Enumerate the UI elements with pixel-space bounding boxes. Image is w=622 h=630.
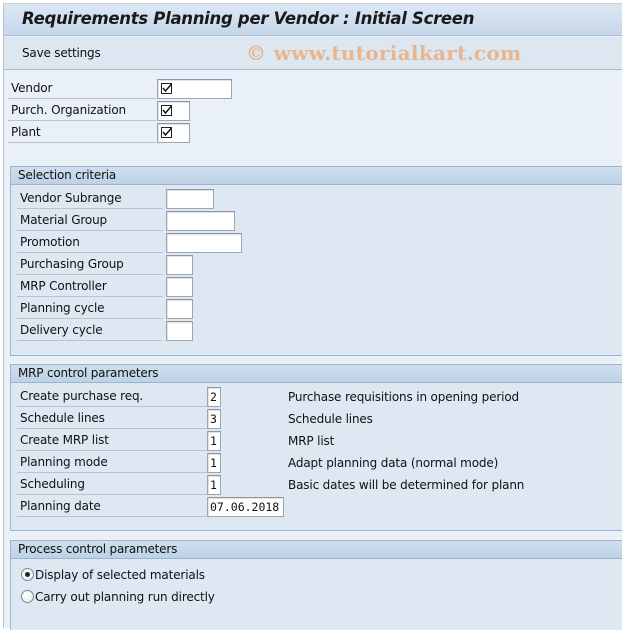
mrp-control-parameters-header: MRP control parameters: [11, 365, 622, 383]
create-purchase-req-description: Purchase requisitions in opening period: [288, 390, 520, 404]
planning-date-row: Planning date 07.06.2018: [17, 497, 617, 517]
purch-organization-label: Purch. Organization: [8, 101, 156, 121]
checkbox-checked-icon: [161, 127, 172, 138]
purchasing-group-input[interactable]: [166, 255, 193, 275]
purch-organization-checkbox-field[interactable]: [157, 101, 190, 121]
promotion-row: Promotion: [17, 233, 257, 253]
planning-mode-input[interactable]: 1: [207, 453, 221, 473]
scheduling-row: Scheduling 1 Basic dates will be determi…: [17, 475, 617, 495]
planning-date-label: Planning date: [17, 497, 207, 517]
plant-row: Plant: [8, 123, 248, 143]
scheduling-input[interactable]: 1: [207, 475, 221, 495]
purchasing-group-row: Purchasing Group: [17, 255, 217, 275]
delivery-cycle-label: Delivery cycle: [17, 321, 163, 341]
carry-out-planning-run-label: Carry out planning run directly: [35, 590, 215, 604]
planning-mode-label: Planning mode: [17, 453, 207, 473]
delivery-cycle-row: Delivery cycle: [17, 321, 217, 341]
radio-display-selected-materials[interactable]: Display of selected materials: [21, 566, 221, 584]
mrp-controller-input[interactable]: [166, 277, 193, 297]
save-settings-button[interactable]: Save settings: [22, 46, 101, 60]
mrp-controller-row: MRP Controller: [17, 277, 217, 297]
delivery-cycle-input[interactable]: [166, 321, 193, 341]
vendor-label: Vendor: [8, 79, 156, 99]
planning-cycle-row: Planning cycle: [17, 299, 217, 319]
planning-cycle-label: Planning cycle: [17, 299, 163, 319]
page-title: Requirements Planning per Vendor : Initi…: [22, 9, 475, 28]
material-group-label: Material Group: [17, 211, 163, 231]
title-bar: Requirements Planning per Vendor : Initi…: [4, 4, 622, 36]
selection-criteria-header: Selection criteria: [11, 167, 622, 185]
promotion-label: Promotion: [17, 233, 163, 253]
vendor-row: Vendor: [8, 79, 248, 99]
radio-carry-out-planning-run[interactable]: Carry out planning run directly: [21, 588, 221, 606]
schedule-lines-description: Schedule lines: [288, 412, 373, 426]
vendor-subrange-row: Vendor Subrange: [17, 189, 237, 209]
plant-label: Plant: [8, 123, 156, 143]
vendor-subrange-input[interactable]: [166, 189, 214, 209]
purchasing-group-label: Purchasing Group: [17, 255, 163, 275]
application-toolbar: Save settings © www.tutorialkart.com: [4, 37, 622, 70]
promotion-input[interactable]: [166, 233, 242, 253]
vendor-subrange-label: Vendor Subrange: [17, 189, 163, 209]
planning-cycle-input[interactable]: [166, 299, 193, 319]
vendor-checkbox-field[interactable]: [157, 79, 232, 99]
selection-criteria-group: Selection criteria Vendor Subrange Mater…: [10, 166, 622, 356]
planning-date-input[interactable]: 07.06.2018: [207, 497, 284, 517]
checkbox-checked-icon: [161, 83, 172, 94]
create-mrp-list-input[interactable]: 1: [207, 431, 221, 451]
radio-unselected-icon[interactable]: [21, 590, 34, 603]
schedule-lines-input[interactable]: 3: [207, 409, 221, 429]
material-group-row: Material Group: [17, 211, 257, 231]
create-mrp-list-description: MRP list: [288, 434, 335, 448]
scheduling-description: Basic dates will be determined for plann: [288, 478, 525, 492]
schedule-lines-row: Schedule lines 3 Schedule lines: [17, 409, 617, 429]
sap-window: Requirements Planning per Vendor : Initi…: [3, 3, 622, 630]
checkbox-checked-icon: [161, 105, 172, 116]
schedule-lines-label: Schedule lines: [17, 409, 207, 429]
planning-mode-row: Planning mode 1 Adapt planning data (nor…: [17, 453, 617, 473]
process-control-parameters-header: Process control parameters: [11, 541, 622, 559]
material-group-input[interactable]: [166, 211, 235, 231]
create-mrp-list-row: Create MRP list 1 MRP list: [17, 431, 617, 451]
watermark-text: © www.tutorialkart.com: [246, 41, 522, 65]
mrp-control-parameters-group: MRP control parameters Create purchase r…: [10, 364, 622, 531]
display-selected-materials-label: Display of selected materials: [35, 568, 205, 582]
create-purchase-req-row: Create purchase req. 2 Purchase requisit…: [17, 387, 617, 407]
scheduling-label: Scheduling: [17, 475, 207, 495]
planning-mode-description: Adapt planning data (normal mode): [288, 456, 499, 470]
radio-selected-icon[interactable]: [21, 568, 34, 581]
plant-checkbox-field[interactable]: [157, 123, 190, 143]
purch-organization-row: Purch. Organization: [8, 101, 248, 121]
create-purchase-req-label: Create purchase req.: [17, 387, 207, 407]
mrp-controller-label: MRP Controller: [17, 277, 163, 297]
process-control-parameters-group: Process control parameters Display of se…: [10, 540, 622, 630]
create-mrp-list-label: Create MRP list: [17, 431, 207, 451]
create-purchase-req-input[interactable]: 2: [207, 387, 221, 407]
